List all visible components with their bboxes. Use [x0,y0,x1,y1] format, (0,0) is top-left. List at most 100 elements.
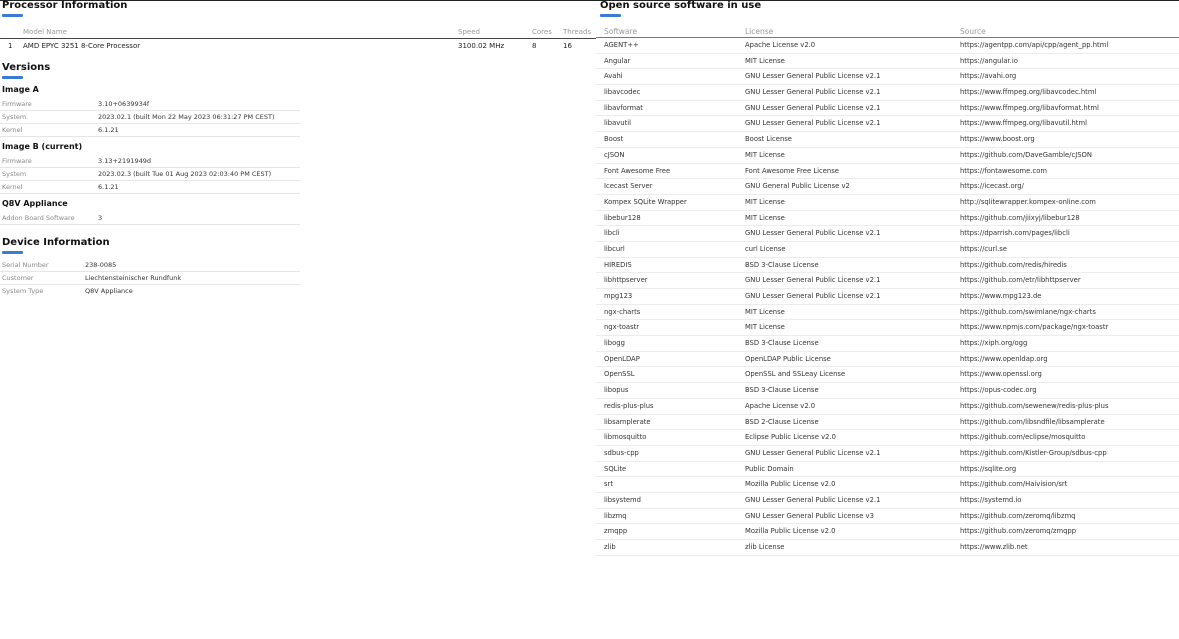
header-software: Software [604,27,638,36]
table-row: libhttpserver GNU Lesser General Public L… [596,273,1179,289]
system-type-label: System Type [2,287,44,295]
addon-board-label: Addon Board Software [2,214,75,222]
q8v-appliance-title: Q8V Appliance [2,199,68,208]
source-url: https://dparrish.com/pages/libcli [960,229,1070,238]
kernel-value: 6.1.21 [98,183,119,191]
image-a-system-row: System 2023.02.1 (built Mon 22 May 2023 … [0,111,300,124]
source-url: http://sqlitewrapper.kompex-online.com [960,197,1096,206]
license-name: MIT License [745,197,785,206]
table-row: Boost Boost License https://www.boost.org [596,132,1179,148]
table-row: libcli GNU Lesser General Public License … [596,226,1179,242]
software-name: Kompex SQLite Wrapper [604,197,687,206]
software-table-header: Software License Source [596,24,1179,38]
serial-number-label: Serial Number [2,261,49,269]
software-name: AGENT++ [604,41,639,49]
source-url: https://www.ffmpeg.org/libavutil.html [960,119,1087,128]
table-row: mpg123 GNU Lesser General Public License … [596,289,1179,305]
table-row: libsamplerate BSD 2-Clause License https:/… [596,415,1179,431]
license-name: MIT License [745,213,785,222]
customer-label: Customer [2,274,34,282]
table-row: SQLite Public Domain https://sqlite.org [596,462,1179,478]
device-section-title: Device Information [2,237,110,248]
license-name: OpenLDAP Public License [745,354,831,363]
table-row: Font Awesome Free Font Awesome Free Licen… [596,164,1179,180]
table-row: OpenSSL OpenSSL and SSLeay License https:/… [596,367,1179,384]
license-name: MIT License [745,307,785,316]
system-type-value: Q8V Appliance [85,287,133,295]
license-name: BSD 3-Clause License [745,260,819,269]
source-url: https://www.zlib.net [960,543,1028,551]
license-name: GNU Lesser General Public License v2.1 [745,119,881,128]
license-name: GNU Lesser General Public License v2.1 [745,72,881,81]
license-name: Boost License [745,135,792,144]
source-url: https://www.ffmpeg.org/libavformat.html [960,103,1099,112]
software-name: OpenLDAP [604,354,640,363]
system-label: System [2,113,27,121]
license-name: Font Awesome Free License [745,166,839,175]
software-name: libopus [604,386,629,395]
software-name: libebur128 [604,213,641,222]
firmware-value: 3.13+2191949d [98,157,151,165]
table-row: libavformat GNU Lesser General Public Lic… [596,101,1179,117]
license-name: GNU Lesser General Public License v2.1 [745,229,881,238]
license-name: GNU Lesser General Public License v2.1 [745,292,881,300]
image-b-firmware-row: Firmware 3.13+2191949d [0,155,300,168]
source-url: https://www.npmjs.com/package/ngx-toastr [960,323,1109,332]
customer-value: Liechtensteinischer Rundfunk [85,274,182,282]
license-name: Apache License v2.0 [745,41,816,49]
license-name: GNU General Public License v2 [745,182,850,191]
table-row: Avahi GNU Lesser General Public License v… [596,69,1179,86]
license-name: GNU Lesser General Public License v2.1 [745,88,881,97]
license-name: Mozilla Public License v2.0 [745,480,836,489]
source-url: https://github.com/etr/libhttpserver [960,276,1081,285]
image-b-title: Image B (current) [2,142,83,151]
license-name: BSD 2-Clause License [745,417,819,426]
firmware-label: Firmware [2,157,32,165]
processor-title-underline [2,14,23,17]
table-row: Angular MIT License https://angular.io [596,54,1179,70]
license-name: Eclipse Public License v2.0 [745,433,836,442]
processor-section-title: Processor Information [2,0,128,11]
license-name: zlib License [745,543,785,551]
license-name: GNU Lesser General Public License v2.1 [745,276,881,285]
software-name: libavformat [604,103,643,112]
table-row: libopus BSD 3-Clause License https://opus-… [596,383,1179,399]
software-name: zmqpp [604,527,628,536]
source-url: https://github.com/redis/hiredis [960,260,1067,269]
versions-section-title: Versions [2,62,51,73]
software-name: OpenSSL [604,370,635,379]
table-row: HIREDIS BSD 3-Clause License https://githu… [596,258,1179,274]
table-row: zmqpp Mozilla Public License v2.0 https://… [596,524,1179,540]
software-name: Font Awesome Free [604,166,671,175]
software-name: Boost [604,135,624,144]
software-name: sdbus-cpp [604,448,639,457]
license-name: MIT License [745,56,785,65]
addon-board-row: Addon Board Software 3 [0,212,300,225]
source-url: https://github.com/Kistler-Group/sdbus-c… [960,448,1107,457]
software-name: libhttpserver [604,276,648,285]
source-url: https://github.com/jiixyj/libebur128 [960,213,1080,222]
source-url: https://icecast.org/ [960,182,1024,191]
kernel-value: 6.1.21 [98,126,119,134]
table-row: libzmq GNU Lesser General Public License … [596,509,1179,525]
header-model-name: Model Name [23,28,67,36]
addon-board-value: 3 [98,214,103,222]
opensource-title-underline [600,14,621,17]
license-name: MIT License [745,323,785,332]
table-row: zlib zlib License https://www.zlib.net [596,540,1179,556]
system-type-row: System Type Q8V Appliance [0,285,300,298]
software-name: libsystemd [604,495,641,504]
table-row: libcurl curl License https://curl.se [596,242,1179,258]
source-url: https://xiph.org/ogg [960,339,1028,348]
source-url: https://github.com/DaveGamble/cJSON [960,150,1092,159]
license-name: GNU Lesser General Public License v2.1 [745,448,881,457]
source-url: https://github.com/sewenew/redis-plus-pl… [960,401,1109,410]
image-a-kernel-row: Kernel 6.1.21 [0,124,300,137]
serial-number-value: 238-0085 [85,261,117,269]
source-url: https://agentpp.com/api/cpp/agent_pp.htm… [960,41,1109,49]
source-url: https://github.com/zeromq/zmqpp [960,527,1077,536]
source-url: https://fontawesome.com [960,166,1047,175]
software-name: libmosquitto [604,433,647,442]
customer-row: Customer Liechtensteinischer Rundfunk [0,272,300,285]
header-speed: Speed [458,28,480,36]
